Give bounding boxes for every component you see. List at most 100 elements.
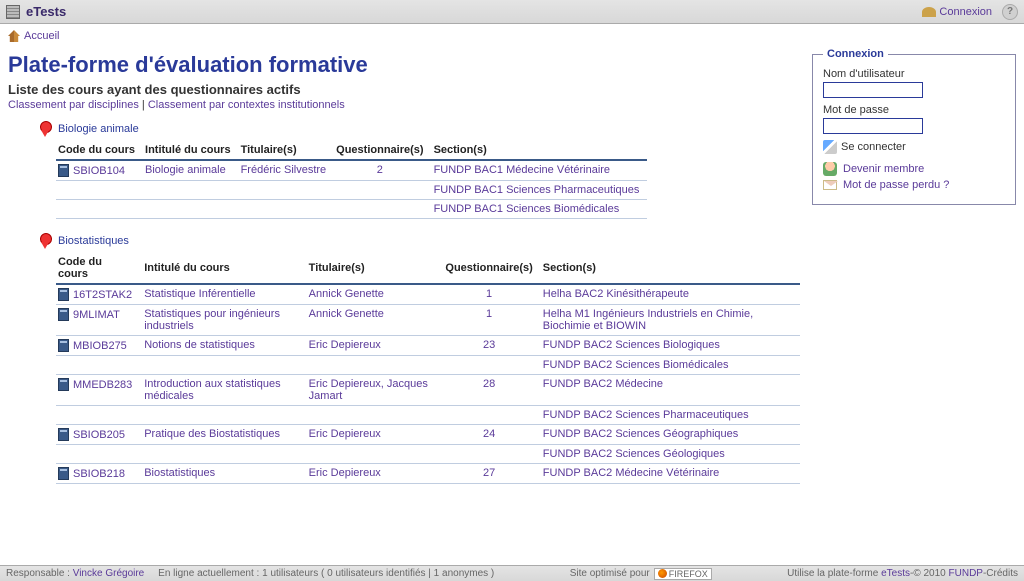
- course-teacher-link[interactable]: Eric Depiereux, Jacques Jamart: [309, 378, 428, 402]
- firefox-badge[interactable]: FIREFOX: [654, 568, 712, 580]
- course-q-count[interactable]: 24: [483, 428, 495, 440]
- course-section-link[interactable]: FUNDP BAC1 Médecine Vétérinaire: [434, 164, 610, 176]
- footer: Responsable : Vincke Grégoire En ligne a…: [0, 565, 1024, 581]
- ribbon-icon: [38, 121, 52, 137]
- header-bar: eTests Connexion ?: [0, 0, 1024, 24]
- col-code: Code du cours: [56, 141, 143, 160]
- mail-icon: [823, 180, 837, 190]
- course-title-link[interactable]: Statistique Inférentielle: [144, 288, 255, 300]
- course-title-link[interactable]: Biologie animale: [145, 164, 226, 176]
- course-code-link[interactable]: SBIOB104: [73, 165, 125, 177]
- book-icon: [58, 288, 69, 301]
- course-title-link[interactable]: Pratique des Biostatistiques: [144, 428, 280, 440]
- course-title-link[interactable]: Introduction aux statistiques médicales: [144, 378, 280, 402]
- firefox-icon: [658, 569, 667, 578]
- course-section-link[interactable]: FUNDP BAC1 Sciences Pharmaceutiques: [434, 184, 640, 196]
- col-questionnaires: Questionnaire(s): [334, 141, 431, 160]
- table-row: MMEDB283 Introduction aux statistiques mé…: [56, 375, 800, 406]
- course-section-link[interactable]: Helha M1 Ingénieurs Industriels en Chimi…: [543, 308, 753, 332]
- course-section-link[interactable]: Helha BAC2 Kinésithérapeute: [543, 288, 689, 300]
- book-icon: [58, 164, 69, 177]
- course-teacher-link[interactable]: Annick Genette: [309, 288, 384, 300]
- course-teacher-link[interactable]: Frédéric Silvestre: [241, 164, 327, 176]
- course-q-count[interactable]: 2: [377, 164, 383, 176]
- discipline-block: Biologie animaleCode du coursIntitulé du…: [38, 121, 800, 219]
- register-link[interactable]: Devenir membre: [823, 162, 1005, 176]
- login-box: Connexion Nom d'utilisateur Mot de passe…: [812, 48, 1016, 205]
- course-title-link[interactable]: Statistiques pour ingénieurs industriels: [144, 308, 280, 332]
- course-title-link[interactable]: Notions de statistiques: [144, 339, 255, 351]
- table-row: SBIOB205 Pratique des Biostatistiques Eric…: [56, 425, 800, 445]
- course-code-link[interactable]: SBIOB218: [73, 468, 125, 480]
- course-section-link[interactable]: FUNDP BAC2 Sciences Biologiques: [543, 339, 720, 351]
- header-login-label: Connexion: [939, 6, 992, 18]
- col-sections: Section(s): [432, 141, 648, 160]
- table-row: FUNDP BAC2 Sciences Géologiques: [56, 445, 800, 464]
- course-section-link[interactable]: FUNDP BAC2 Médecine: [543, 378, 663, 390]
- key-icon: [922, 7, 936, 17]
- login-button-label: Se connecter: [841, 141, 906, 153]
- course-q-count[interactable]: 28: [483, 378, 495, 390]
- course-section-link[interactable]: FUNDP BAC1 Sciences Biomédicales: [434, 203, 620, 215]
- book-icon: [58, 467, 69, 480]
- course-teacher-link[interactable]: Annick Genette: [309, 308, 384, 320]
- course-title-link[interactable]: Biostatistiques: [144, 467, 215, 479]
- col-titulaire: Titulaire(s): [307, 253, 444, 284]
- course-q-count[interactable]: 27: [483, 467, 495, 479]
- course-section-link[interactable]: FUNDP BAC2 Sciences Géologiques: [543, 448, 725, 460]
- password-label: Mot de passe: [823, 104, 1005, 116]
- col-code: Code du cours: [56, 253, 142, 284]
- course-code-link[interactable]: MBIOB275: [73, 340, 127, 352]
- username-label: Nom d'utilisateur: [823, 68, 1005, 80]
- breadcrumb-home[interactable]: Accueil: [24, 30, 59, 42]
- course-section-link[interactable]: FUNDP BAC2 Sciences Pharmaceutiques: [543, 409, 749, 421]
- col-intitule: Intitulé du cours: [142, 253, 306, 284]
- discipline-block: Biostatistiques Code du coursIntitulé du …: [38, 233, 800, 484]
- user-plus-icon: [823, 162, 837, 176]
- course-q-count[interactable]: 1: [486, 288, 492, 300]
- forgot-label[interactable]: Mot de passe perdu ?: [843, 179, 949, 191]
- course-teacher-link[interactable]: Eric Depiereux: [309, 428, 381, 440]
- password-input[interactable]: [823, 118, 923, 134]
- app-logo-icon: [6, 5, 20, 19]
- course-section-link[interactable]: FUNDP BAC2 Médecine Vétérinaire: [543, 467, 719, 479]
- footer-copyright: -© 2010: [910, 568, 949, 579]
- login-icon: [823, 140, 837, 154]
- table-row: FUNDP BAC1 Sciences Biomédicales: [56, 200, 647, 219]
- course-q-count[interactable]: 23: [483, 339, 495, 351]
- home-icon: [8, 30, 20, 42]
- table-row: 16T2STAK2 Statistique Inférentielle Annick…: [56, 284, 800, 305]
- course-teacher-link[interactable]: Eric Depiereux: [309, 339, 381, 351]
- footer-fundp-link[interactable]: FUNDP: [949, 568, 983, 579]
- footer-etests-link[interactable]: eTests: [881, 568, 910, 579]
- page-subtitle: Liste des cours ayant des questionnaires…: [8, 82, 800, 97]
- book-icon: [58, 308, 69, 321]
- course-code-link[interactable]: 9MLIMAT: [73, 309, 120, 321]
- header-login-link[interactable]: Connexion: [922, 6, 992, 18]
- discipline-link[interactable]: Biologie animale: [58, 123, 139, 135]
- table-row: SBIOB104 Biologie animale Frédéric Silvest…: [56, 160, 647, 181]
- course-code-link[interactable]: MMEDB283: [73, 379, 132, 391]
- register-label[interactable]: Devenir membre: [843, 163, 924, 175]
- footer-responsible-name[interactable]: Vincke Grégoire: [73, 568, 145, 579]
- firefox-label: FIREFOX: [669, 569, 708, 579]
- app-title: eTests: [26, 4, 66, 19]
- username-input[interactable]: [823, 82, 923, 98]
- course-section-link[interactable]: FUNDP BAC2 Sciences Géographiques: [543, 428, 738, 440]
- footer-online: En ligne actuellement : 1 utilisateurs (…: [158, 568, 494, 579]
- footer-uses: Utilise la plate-forme: [787, 568, 881, 579]
- course-code-link[interactable]: 16T2STAK2: [73, 289, 132, 301]
- login-button[interactable]: Se connecter: [823, 140, 1005, 154]
- sort-by-context[interactable]: Classement par contextes institutionnels: [148, 99, 345, 111]
- course-section-link[interactable]: FUNDP BAC2 Sciences Biomédicales: [543, 359, 729, 371]
- help-icon[interactable]: ?: [1002, 4, 1018, 20]
- sort-by-discipline[interactable]: Classement par disciplines: [8, 99, 139, 111]
- login-legend: Connexion: [823, 48, 888, 60]
- course-q-count[interactable]: 1: [486, 308, 492, 320]
- col-titulaire: Titulaire(s): [239, 141, 335, 160]
- course-code-link[interactable]: SBIOB205: [73, 429, 125, 441]
- discipline-link[interactable]: Biostatistiques: [58, 235, 129, 247]
- sort-nav: Classement par disciplines | Classement …: [8, 99, 800, 111]
- forgot-link[interactable]: Mot de passe perdu ?: [823, 179, 1005, 191]
- course-teacher-link[interactable]: Eric Depiereux: [309, 467, 381, 479]
